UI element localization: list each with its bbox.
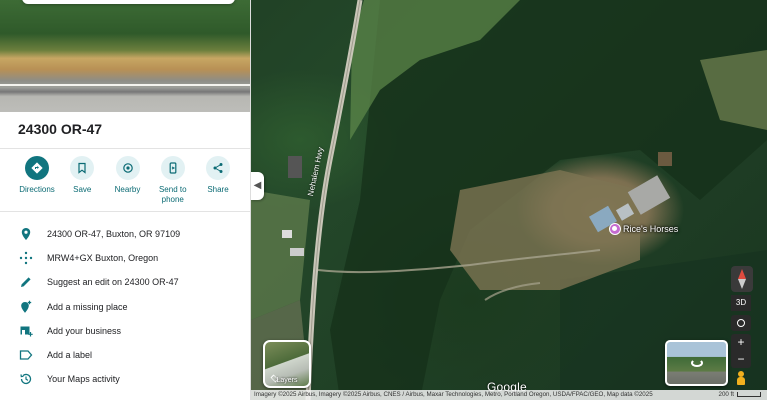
edit-pencil-icon xyxy=(21,277,31,288)
add-business-row[interactable]: Add your business xyxy=(0,319,250,343)
plus-code-row[interactable]: MRW4+GX Buxton, Oregon xyxy=(0,246,250,270)
share-icon xyxy=(213,163,223,173)
poi-label[interactable]: Rice's Horses xyxy=(623,224,678,234)
business-icon xyxy=(20,326,33,337)
collapse-panel-button[interactable]: ◀ xyxy=(251,172,264,200)
poi-marker-icon[interactable] xyxy=(609,223,621,235)
nearby-button[interactable]: Nearby xyxy=(106,156,150,205)
location-pin-icon xyxy=(21,228,31,240)
add-missing-place-text: Add a missing place xyxy=(47,301,128,312)
phone-icon xyxy=(169,162,177,174)
history-icon xyxy=(20,373,32,385)
zoom-out-button[interactable]: − xyxy=(731,351,751,368)
maps-app: Nehalem Hwy Rice's Horses Layers 3D + − … xyxy=(0,0,767,400)
road-fog-line xyxy=(0,84,250,86)
address-row[interactable]: 24300 OR-47, Buxton, OR 97109 xyxy=(0,222,250,246)
directions-icon xyxy=(31,162,43,174)
place-panel: 24300 OR-47 Directions Save Nearby Send … xyxy=(0,0,251,400)
address-text: 24300 OR-47, Buxton, OR 97109 xyxy=(47,229,181,240)
suggest-edit-text: Suggest an edit on 24300 OR-47 xyxy=(47,277,179,288)
send-to-phone-button[interactable]: Send to phone xyxy=(151,156,195,205)
nearby-icon xyxy=(122,163,133,173)
suggest-edit-row[interactable]: Suggest an edit on 24300 OR-47 xyxy=(0,270,250,294)
bookmark-icon xyxy=(78,162,86,174)
maps-activity-row[interactable]: Your Maps activity xyxy=(0,367,250,391)
scale-bar xyxy=(737,391,761,397)
rotate-360-icon xyxy=(691,359,703,367)
compass-button[interactable] xyxy=(731,266,753,292)
zoom-controls: + − xyxy=(731,334,751,368)
street-view-photo[interactable] xyxy=(0,0,250,112)
save-label: Save xyxy=(73,185,92,194)
send-to-phone-label: Send to phone xyxy=(158,185,187,204)
scale-indicator[interactable]: 200 ft xyxy=(719,390,761,400)
attribution-bar: Imagery ©2025 Airbus, Imagery ©2025 Airb… xyxy=(251,390,767,400)
layers-label: Layers xyxy=(276,377,298,384)
divider xyxy=(0,148,250,149)
add-label-text: Add a label xyxy=(47,350,93,361)
maps-activity-text: Your Maps activity xyxy=(47,374,120,385)
tilt-3d-button[interactable]: 3D xyxy=(731,295,751,311)
pegman-icon[interactable] xyxy=(737,371,745,385)
directions-button[interactable]: Directions xyxy=(15,156,59,205)
plus-code-icon xyxy=(19,251,33,265)
add-missing-place-row[interactable]: Add a missing place xyxy=(0,295,250,319)
search-box-edge[interactable] xyxy=(22,0,235,4)
divider xyxy=(0,211,250,212)
share-button[interactable]: Share xyxy=(196,156,240,205)
attribution-text: Imagery ©2025 Airbus, Imagery ©2025 Airb… xyxy=(254,391,653,398)
add-business-text: Add your business xyxy=(47,325,122,336)
directions-label: Directions xyxy=(19,185,55,194)
save-button[interactable]: Save xyxy=(60,156,104,205)
add-place-icon xyxy=(21,300,32,313)
nearby-label: Nearby xyxy=(114,185,141,194)
place-title: 24300 OR-47 xyxy=(18,121,103,137)
plus-code-text: MRW4+GX Buxton, Oregon xyxy=(47,253,159,264)
place-info-list: 24300 OR-47, Buxton, OR 97109 MRW4+GX Bu… xyxy=(0,222,250,391)
share-label: Share xyxy=(207,185,229,194)
my-location-button[interactable] xyxy=(731,315,751,331)
action-buttons: Directions Save Nearby Send to phone Sha… xyxy=(15,156,240,205)
street-view-thumbnail[interactable] xyxy=(665,340,728,386)
add-label-row[interactable]: Add a label xyxy=(0,343,250,367)
label-icon xyxy=(19,350,33,360)
scale-label: 200 ft xyxy=(718,391,734,398)
zoom-in-button[interactable]: + xyxy=(731,334,751,351)
layers-button[interactable]: Layers xyxy=(263,340,311,388)
